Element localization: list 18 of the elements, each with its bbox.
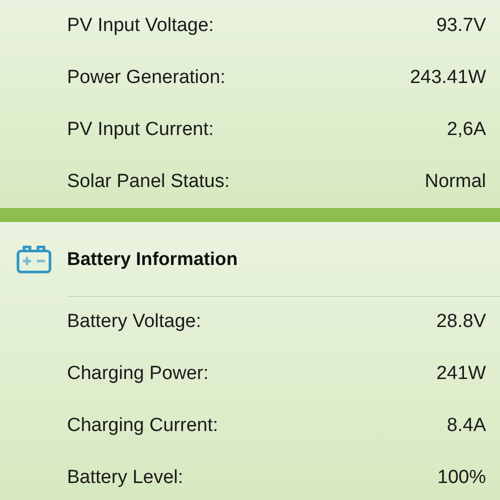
field-value: 93.7V xyxy=(436,15,486,37)
field-value: Normal xyxy=(424,171,486,193)
field-label: Battery Level: xyxy=(67,467,184,489)
field-label: Power Generation: xyxy=(67,67,226,89)
field-value: 28.8V xyxy=(436,311,486,333)
field-label: Charging Current: xyxy=(67,415,218,437)
field-label: Battery Voltage: xyxy=(67,311,202,333)
field-value: 2,6A xyxy=(446,119,486,141)
field-label: Solar Panel Status: xyxy=(67,171,230,193)
field-label: Charging Power: xyxy=(67,363,209,385)
field-value: 241W xyxy=(436,363,486,385)
field-label: PV Input Voltage: xyxy=(67,15,214,37)
field-value: 8.4A xyxy=(446,415,486,437)
field-label: PV Input Current: xyxy=(67,119,214,141)
field-value: 243.41W xyxy=(410,67,486,89)
battery-icon xyxy=(16,244,52,274)
field-value: 100% xyxy=(437,467,486,489)
section-title: Battery Information xyxy=(67,222,500,296)
